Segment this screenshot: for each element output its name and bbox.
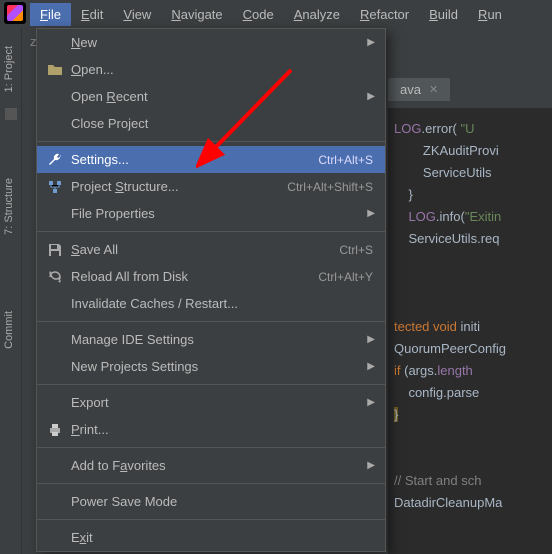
menubar-view[interactable]: View [113,3,161,26]
menu-invalidate-caches-restart[interactable]: Invalidate Caches / Restart... [37,290,385,317]
menubar-navigate[interactable]: Navigate [161,3,232,26]
menubar: FileEditViewNavigateCodeAnalyzeRefactorB… [0,0,552,28]
menu-file-properties[interactable]: File Properties▶ [37,200,385,227]
menubar-edit[interactable]: Edit [71,3,113,26]
menu-item-label: Reload All from Disk [71,269,318,284]
menu-item-label: File Properties [71,206,373,221]
menu-print[interactable]: Print... [37,416,385,443]
submenu-arrow-icon: ▶ [367,334,375,345]
blank-icon [45,359,65,375]
toolwindow-commit[interactable]: Commit [0,303,18,357]
menu-item-label: Power Save Mode [71,494,373,509]
toolwindow-project[interactable]: 1: Project [0,38,18,100]
blank-icon [45,89,65,105]
menu-reload-all-from-disk[interactable]: Reload All from DiskCtrl+Alt+Y [37,263,385,290]
submenu-arrow-icon: ▶ [367,460,375,471]
submenu-arrow-icon: ▶ [367,91,375,102]
menu-item-label: New [71,35,373,50]
blank-icon [45,116,65,132]
menu-item-label: Close Project [71,116,373,131]
menu-close-project[interactable]: Close Project [37,110,385,137]
menu-item-label: Settings... [71,152,318,167]
menubar-refactor[interactable]: Refactor [350,3,419,26]
menu-open[interactable]: Open... [37,56,385,83]
menu-item-label: New Projects Settings [71,359,373,374]
blank-icon [45,458,65,474]
menu-item-label: Open... [71,62,373,77]
menu-manage-ide-settings[interactable]: Manage IDE Settings▶ [37,326,385,353]
menu-item-label: Add to Favorites [71,458,373,473]
menu-item-label: Export [71,395,373,410]
menu-item-label: Project Structure... [71,179,287,194]
menu-save-all[interactable]: Save AllCtrl+S [37,236,385,263]
blank-icon [45,206,65,222]
blank-icon [45,494,65,510]
close-icon[interactable]: ✕ [429,83,438,96]
menu-add-to-favorites[interactable]: Add to Favorites▶ [37,452,385,479]
menu-exit[interactable]: Exit [37,524,385,551]
file-menu-dropdown: New▶Open...Open Recent▶Close ProjectSett… [36,28,386,552]
print-icon [45,422,65,438]
wrench-icon [45,152,65,168]
menubar-run[interactable]: Run [468,3,512,26]
struct-icon [45,179,65,195]
save-icon [45,242,65,258]
tool-window-strip: 1: Project 7: Structure Commit [0,28,22,554]
menu-item-label: Print... [71,422,373,437]
ide-logo [4,2,26,24]
blank-icon [45,296,65,312]
menubar-file[interactable]: File [30,3,71,26]
menubar-build[interactable]: Build [419,3,468,26]
toolwindow-structure[interactable]: 7: Structure [0,170,18,243]
menu-power-save-mode[interactable]: Power Save Mode [37,488,385,515]
menu-settings[interactable]: Settings...Ctrl+Alt+S [37,146,385,173]
submenu-arrow-icon: ▶ [367,397,375,408]
menu-export[interactable]: Export▶ [37,389,385,416]
blank-icon [45,332,65,348]
editor-tab[interactable]: ava ✕ [388,78,450,101]
menu-shortcut: Ctrl+Alt+Shift+S [287,180,373,194]
menubar-code[interactable]: Code [233,3,284,26]
menu-new-projects-settings[interactable]: New Projects Settings▶ [37,353,385,380]
menu-item-label: Manage IDE Settings [71,332,373,347]
menu-shortcut: Ctrl+Alt+Y [318,270,373,284]
menu-shortcut: Ctrl+Alt+S [318,153,373,167]
blank-icon [45,530,65,546]
menubar-analyze[interactable]: Analyze [284,3,350,26]
menu-open-recent[interactable]: Open Recent▶ [37,83,385,110]
menu-item-label: Save All [71,242,339,257]
menu-item-label: Open Recent [71,89,373,104]
menu-new[interactable]: New▶ [37,29,385,56]
folder-icon [45,62,65,78]
blank-icon [45,35,65,51]
menu-shortcut: Ctrl+S [339,243,373,257]
toolwindow-icon [5,108,17,120]
menu-item-label: Invalidate Caches / Restart... [71,296,373,311]
reload-icon [45,269,65,285]
menu-item-label: Exit [71,530,373,545]
submenu-arrow-icon: ▶ [367,37,375,48]
code-editor[interactable]: LOG.error( "U ZKAuditProvi ServiceUtils … [388,108,552,554]
editor-tab-label: ava [400,82,421,97]
submenu-arrow-icon: ▶ [367,361,375,372]
submenu-arrow-icon: ▶ [367,208,375,219]
menu-project-structure[interactable]: Project Structure...Ctrl+Alt+Shift+S [37,173,385,200]
blank-icon [45,395,65,411]
